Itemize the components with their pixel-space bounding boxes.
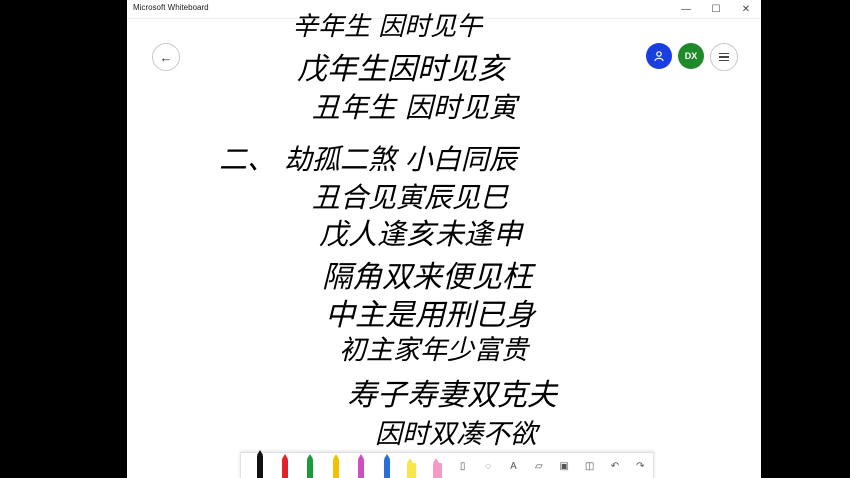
close-button[interactable]: ✕ (731, 0, 761, 18)
redo-icon[interactable]: ↷ (628, 453, 653, 478)
whiteboard-canvas[interactable]: 辛年生 因时见午 戊年生因时见亥 丑年生 因时见寅 二、 劫孤二煞 小白同辰 丑… (127, 12, 761, 478)
pen-blue-tool[interactable] (374, 453, 399, 478)
shapes-icon[interactable]: ◫ (577, 453, 602, 478)
window-controls: — ☐ ✕ (671, 0, 761, 18)
pen-green-icon (307, 454, 314, 478)
app-title: Microsoft Whiteboard (133, 3, 209, 12)
highlighter-pink-tool[interactable] (425, 453, 450, 478)
share-button[interactable] (646, 43, 672, 69)
inking-toolbar: ▯ ◌ A ▱ ▣ ◫ ↶ ↷ (240, 450, 654, 478)
whiteboard-window: Microsoft Whiteboard — ☐ ✕ 辛年生 因时见午 戊年生因… (127, 0, 761, 478)
ink-line: 因时双凑不欲 (375, 419, 537, 450)
image-icon[interactable]: ▣ (552, 453, 577, 478)
ink-line: 丑合见寅辰见巳 (312, 181, 509, 214)
pen-red-tool[interactable] (272, 453, 297, 478)
ink-line: 戊人逢亥未逢申 (319, 217, 523, 251)
ink-line: 戊年生因时见亥 (297, 52, 507, 87)
ink-line: 丑年生 因时见寅 (312, 91, 517, 124)
ink-line: 寿子寿妻双克夫 (347, 378, 557, 413)
lasso-icon[interactable]: ◌ (475, 453, 500, 478)
minimize-button[interactable]: — (671, 0, 701, 18)
pen-yellow-icon (332, 454, 339, 478)
highlighter-pink-icon (432, 458, 442, 478)
pen-green-tool[interactable] (298, 453, 323, 478)
pen-black-icon (256, 450, 263, 478)
maximize-button[interactable]: ☐ (701, 0, 731, 18)
ink-line: 辛年生 因时见午 (292, 12, 483, 42)
highlighter-yellow-tool[interactable] (399, 453, 424, 478)
text-icon[interactable]: A (501, 453, 526, 478)
ruler-icon[interactable]: ▯ (450, 453, 475, 478)
person-icon (654, 51, 664, 62)
back-arrow-icon: ← (159, 49, 173, 65)
ink-line: 二、 劫孤二煞 小白同辰 (219, 143, 517, 176)
highlighter-yellow-icon (407, 458, 417, 478)
back-button[interactable]: ← (152, 43, 180, 71)
sticky-note-icon[interactable]: ▱ (526, 453, 551, 478)
pen-multicolor-tool[interactable] (349, 453, 374, 478)
menu-button[interactable] (710, 43, 738, 71)
pen-red-icon (282, 454, 289, 478)
user-avatar[interactable]: DX (678, 43, 704, 69)
pen-yellow-tool[interactable] (323, 453, 348, 478)
ink-line: 初主家年少富贵 (339, 335, 528, 366)
undo-icon[interactable]: ↶ (602, 453, 627, 478)
pen-black-tool[interactable] (247, 450, 272, 478)
pen-blue-icon (383, 454, 390, 478)
hamburger-icon (719, 51, 729, 64)
pen-multicolor-icon (358, 454, 365, 478)
